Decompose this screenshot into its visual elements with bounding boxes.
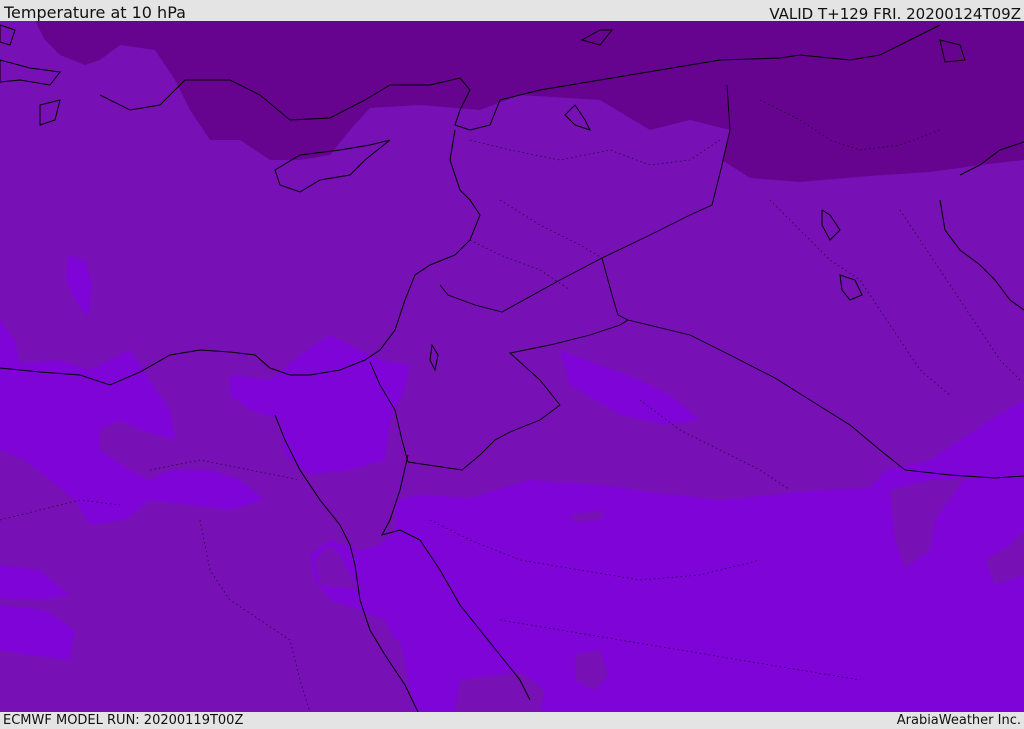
- footer-bar: ECMWF MODEL RUN: 20200119T00Z ArabiaWeat…: [0, 712, 1024, 729]
- header-bar: Temperature at 10 hPa VALID T+129 FRI. 2…: [0, 0, 1024, 23]
- credit-label: ArabiaWeather Inc.: [896, 713, 1021, 728]
- temperature-map[interactable]: [0, 21, 1024, 712]
- model-run: ECMWF MODEL RUN: 20200119T00Z: [3, 713, 244, 728]
- map-title: Temperature at 10 hPa: [4, 3, 186, 22]
